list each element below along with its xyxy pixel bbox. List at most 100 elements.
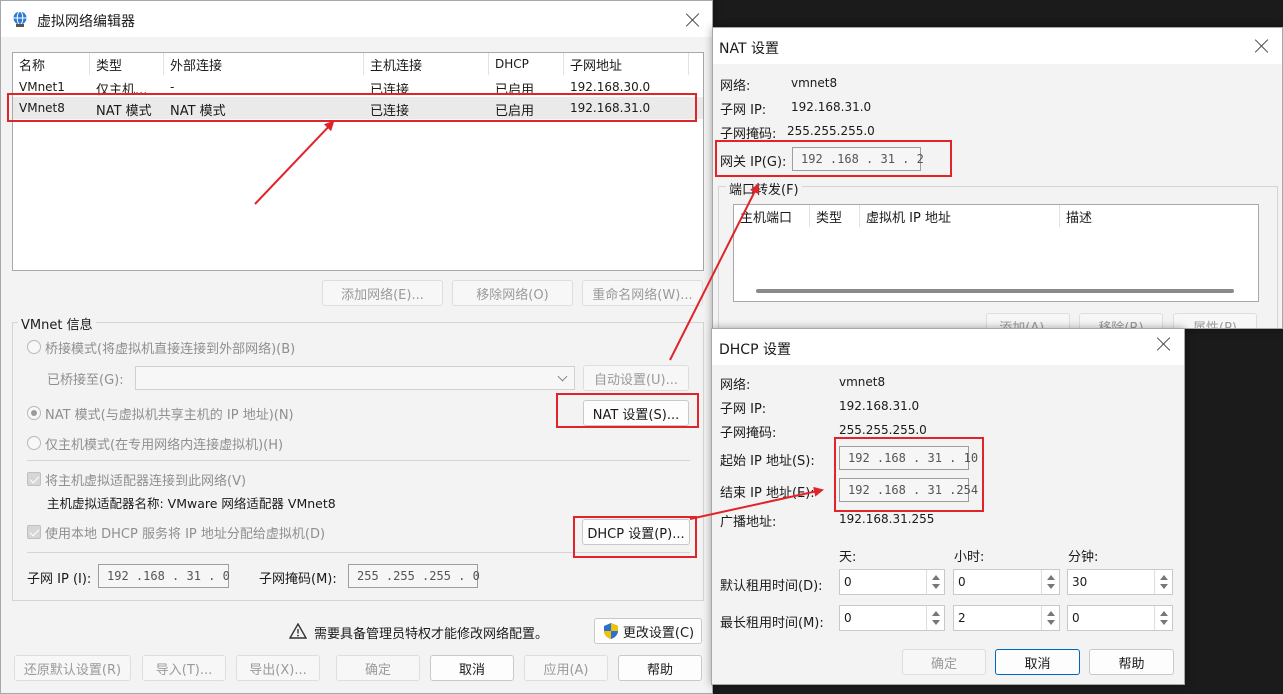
subnet-mask-field[interactable]: 255 .255 .255 . 0 xyxy=(348,564,480,588)
stepper-arrows-icon[interactable] xyxy=(1041,570,1059,594)
chevron-down-icon xyxy=(557,371,568,382)
connect-adapter-checkbox[interactable] xyxy=(27,472,41,486)
port-forward-label: 端口转发(F) xyxy=(726,179,802,198)
subnet-mask-label: 子网掩码(M): xyxy=(259,572,337,587)
row-name: VMnet1 xyxy=(19,80,65,94)
export-button[interactable]: 导出(X)... xyxy=(236,655,320,681)
use-dhcp-checkbox[interactable] xyxy=(27,525,41,539)
nat-network-label: 网络: xyxy=(720,79,751,94)
network-list[interactable]: 名称 类型 外部连接 主机连接 DHCP 子网地址 VMnet1 仅主机... … xyxy=(12,52,704,271)
remove-network-button[interactable]: 移除网络(O) xyxy=(452,280,573,306)
dhcp-subnet-mask-label: 子网掩码: xyxy=(720,426,777,441)
nat-subnet-mask-value: 255.255.255.0 xyxy=(787,124,875,138)
nat-mode-radio[interactable] xyxy=(27,406,41,420)
col-header-external[interactable]: 外部连接 xyxy=(164,53,364,75)
col-header-subnet[interactable]: 子网地址 xyxy=(564,53,689,75)
col-header-name[interactable]: 名称 xyxy=(13,53,90,75)
pf-col-type[interactable]: 类型 xyxy=(810,205,860,227)
days-label: 天: xyxy=(839,550,857,565)
apply-button[interactable]: 应用(A) xyxy=(524,655,608,681)
vne-titlebar: 虚拟网络编辑器 xyxy=(1,1,712,37)
max-lease-label: 最长租用时间(M): xyxy=(720,616,824,631)
pf-add-button[interactable]: 添加(A)... xyxy=(986,313,1070,328)
row-external: - xyxy=(170,80,175,94)
default-lease-days-stepper[interactable]: 0 xyxy=(839,569,945,595)
dhcp-cancel-button[interactable]: 取消 xyxy=(995,649,1080,675)
stepper-arrows-icon[interactable] xyxy=(1041,606,1059,630)
warning-icon xyxy=(289,623,307,639)
subnet-ip-label: 子网 IP (I): xyxy=(27,572,92,587)
dhcp-subnet-ip-label: 子网 IP: xyxy=(720,402,767,417)
host-only-radio[interactable] xyxy=(27,436,41,450)
vne-close-icon[interactable] xyxy=(684,11,702,29)
dhcp-network-label: 网络: xyxy=(720,378,751,393)
col-header-dhcp[interactable]: DHCP xyxy=(489,53,564,75)
restore-defaults-button[interactable]: 还原默认设置(R) xyxy=(14,655,131,681)
col-header-type[interactable]: 类型 xyxy=(90,53,164,75)
stepper-value: 30 xyxy=(1072,575,1088,589)
horizontal-scrollbar[interactable] xyxy=(756,289,1234,293)
network-globe-icon xyxy=(13,11,27,27)
vne-title: 虚拟网络编辑器 xyxy=(37,14,135,30)
use-dhcp-label: 使用本地 DHCP 服务将 IP 地址分配给虚拟机(D) xyxy=(45,527,326,542)
auto-settings-button[interactable]: 自动设置(U)... xyxy=(583,365,689,391)
stepper-arrows-icon[interactable] xyxy=(1154,570,1172,594)
default-lease-minutes-stepper[interactable]: 30 xyxy=(1067,569,1173,595)
pf-col-vm-ip[interactable]: 虚拟机 IP 地址 xyxy=(860,205,1060,227)
dhcp-subnet-ip-value: 192.168.31.0 xyxy=(839,399,920,413)
help-button[interactable]: 帮助 xyxy=(618,655,702,681)
max-lease-days-stepper[interactable]: 0 xyxy=(839,605,945,631)
hours-label: 小时: xyxy=(954,550,985,565)
pf-remove-button[interactable]: 移除(R) xyxy=(1079,313,1163,328)
vmnet-info-group xyxy=(12,322,704,601)
pf-properties-button[interactable]: 属性(P) xyxy=(1173,313,1257,328)
max-lease-hours-stepper[interactable]: 2 xyxy=(953,605,1060,631)
rename-network-button[interactable]: 重命名网络(W)... xyxy=(582,280,703,306)
bridged-to-select[interactable] xyxy=(135,366,575,390)
dhcp-subnet-mask-value: 255.255.255.0 xyxy=(839,423,927,437)
nat-title: NAT 设置 xyxy=(719,41,779,57)
stepper-arrows-icon[interactable] xyxy=(926,606,944,630)
cancel-button[interactable]: 取消 xyxy=(430,655,514,681)
dhcp-ok-button[interactable]: 确定 xyxy=(902,649,986,675)
change-settings-button[interactable]: 更改设置(C) xyxy=(594,618,702,644)
nat-subnet-ip-label: 子网 IP: xyxy=(720,103,767,118)
admin-notice-text: 需要具备管理员特权才能修改网络配置。 xyxy=(314,627,549,642)
annotation-box-ip-range xyxy=(834,437,984,512)
start-ip-label: 起始 IP 地址(S): xyxy=(720,454,815,469)
nat-close-icon[interactable] xyxy=(1253,37,1271,55)
annotation-box-dhcp-settings xyxy=(573,516,697,558)
stepper-arrows-icon[interactable] xyxy=(1154,606,1172,630)
stepper-value: 0 xyxy=(844,611,852,625)
minutes-label: 分钟: xyxy=(1068,550,1099,565)
bridge-mode-label: 桥接模式(将虚拟机直接连接到外部网络)(B) xyxy=(45,342,296,357)
default-lease-label: 默认租用时间(D): xyxy=(720,579,823,594)
bridged-to-label: 已桥接至(G): xyxy=(47,373,124,388)
bridge-mode-radio[interactable] xyxy=(27,340,41,354)
col-header-host[interactable]: 主机连接 xyxy=(364,53,489,75)
subnet-ip-field[interactable]: 192 .168 . 31 . 0 xyxy=(98,564,230,588)
default-lease-hours-stepper[interactable]: 0 xyxy=(953,569,1060,595)
port-forward-list[interactable]: 主机端口 类型 虚拟机 IP 地址 描述 xyxy=(733,204,1259,302)
end-ip-label: 结束 IP 地址(E): xyxy=(720,486,815,501)
max-lease-minutes-stepper[interactable]: 0 xyxy=(1067,605,1173,631)
stepper-value: 0 xyxy=(958,575,966,589)
divider xyxy=(27,460,690,461)
host-only-label: 仅主机模式(在专用网络内连接虚拟机)(H) xyxy=(45,438,284,453)
stepper-value: 0 xyxy=(844,575,852,589)
annotation-box-gateway xyxy=(715,140,952,177)
dhcp-network-value: vmnet8 xyxy=(839,375,886,389)
dhcp-close-icon[interactable] xyxy=(1155,335,1173,353)
change-settings-label: 更改设置(C) xyxy=(622,625,695,641)
import-button[interactable]: 导入(T)... xyxy=(142,655,226,681)
add-network-button[interactable]: 添加网络(E)... xyxy=(322,280,443,306)
dhcp-help-button[interactable]: 帮助 xyxy=(1089,649,1174,675)
stepper-arrows-icon[interactable] xyxy=(926,570,944,594)
pf-col-description[interactable]: 描述 xyxy=(1060,205,1258,227)
broadcast-label: 广播地址: xyxy=(720,515,777,530)
adapter-name-text: 主机虚拟适配器名称: VMware 网络适配器 VMnet8 xyxy=(47,496,336,511)
nat-subnet-ip-value: 192.168.31.0 xyxy=(791,100,872,114)
ok-button[interactable]: 确定 xyxy=(336,655,420,681)
pf-col-host-port[interactable]: 主机端口 xyxy=(734,205,810,227)
annotation-box-nat-settings xyxy=(556,393,699,428)
